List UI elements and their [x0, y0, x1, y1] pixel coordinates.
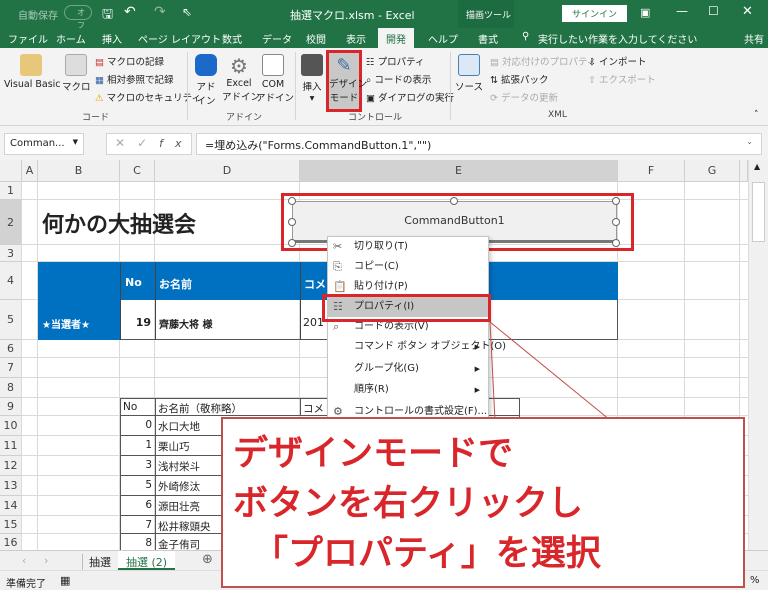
- sheet-tab-active[interactable]: 抽選 (2): [118, 551, 176, 570]
- callout-box: デザインモードで ボタンを右クリックし 「プロパティ」を選択: [221, 417, 745, 588]
- prev-sheet-icon[interactable]: ‹: [22, 554, 26, 567]
- add-sheet-icon[interactable]: ⊕: [202, 552, 213, 567]
- zoom-level[interactable]: %: [750, 575, 760, 586]
- sheet-tab[interactable]: 抽選: [82, 554, 117, 570]
- callout-line-3: 「プロパティ」を選択: [253, 534, 601, 574]
- callout-pointer-line: [489, 321, 612, 421]
- callout-line-2: ボタンを右クリックし: [233, 484, 584, 524]
- callout-line-1: デザインモードで: [233, 434, 514, 474]
- next-sheet-icon[interactable]: ›: [44, 554, 48, 567]
- macro-record-icon[interactable]: ▦: [60, 574, 70, 587]
- status-text: 準備完了: [6, 579, 46, 590]
